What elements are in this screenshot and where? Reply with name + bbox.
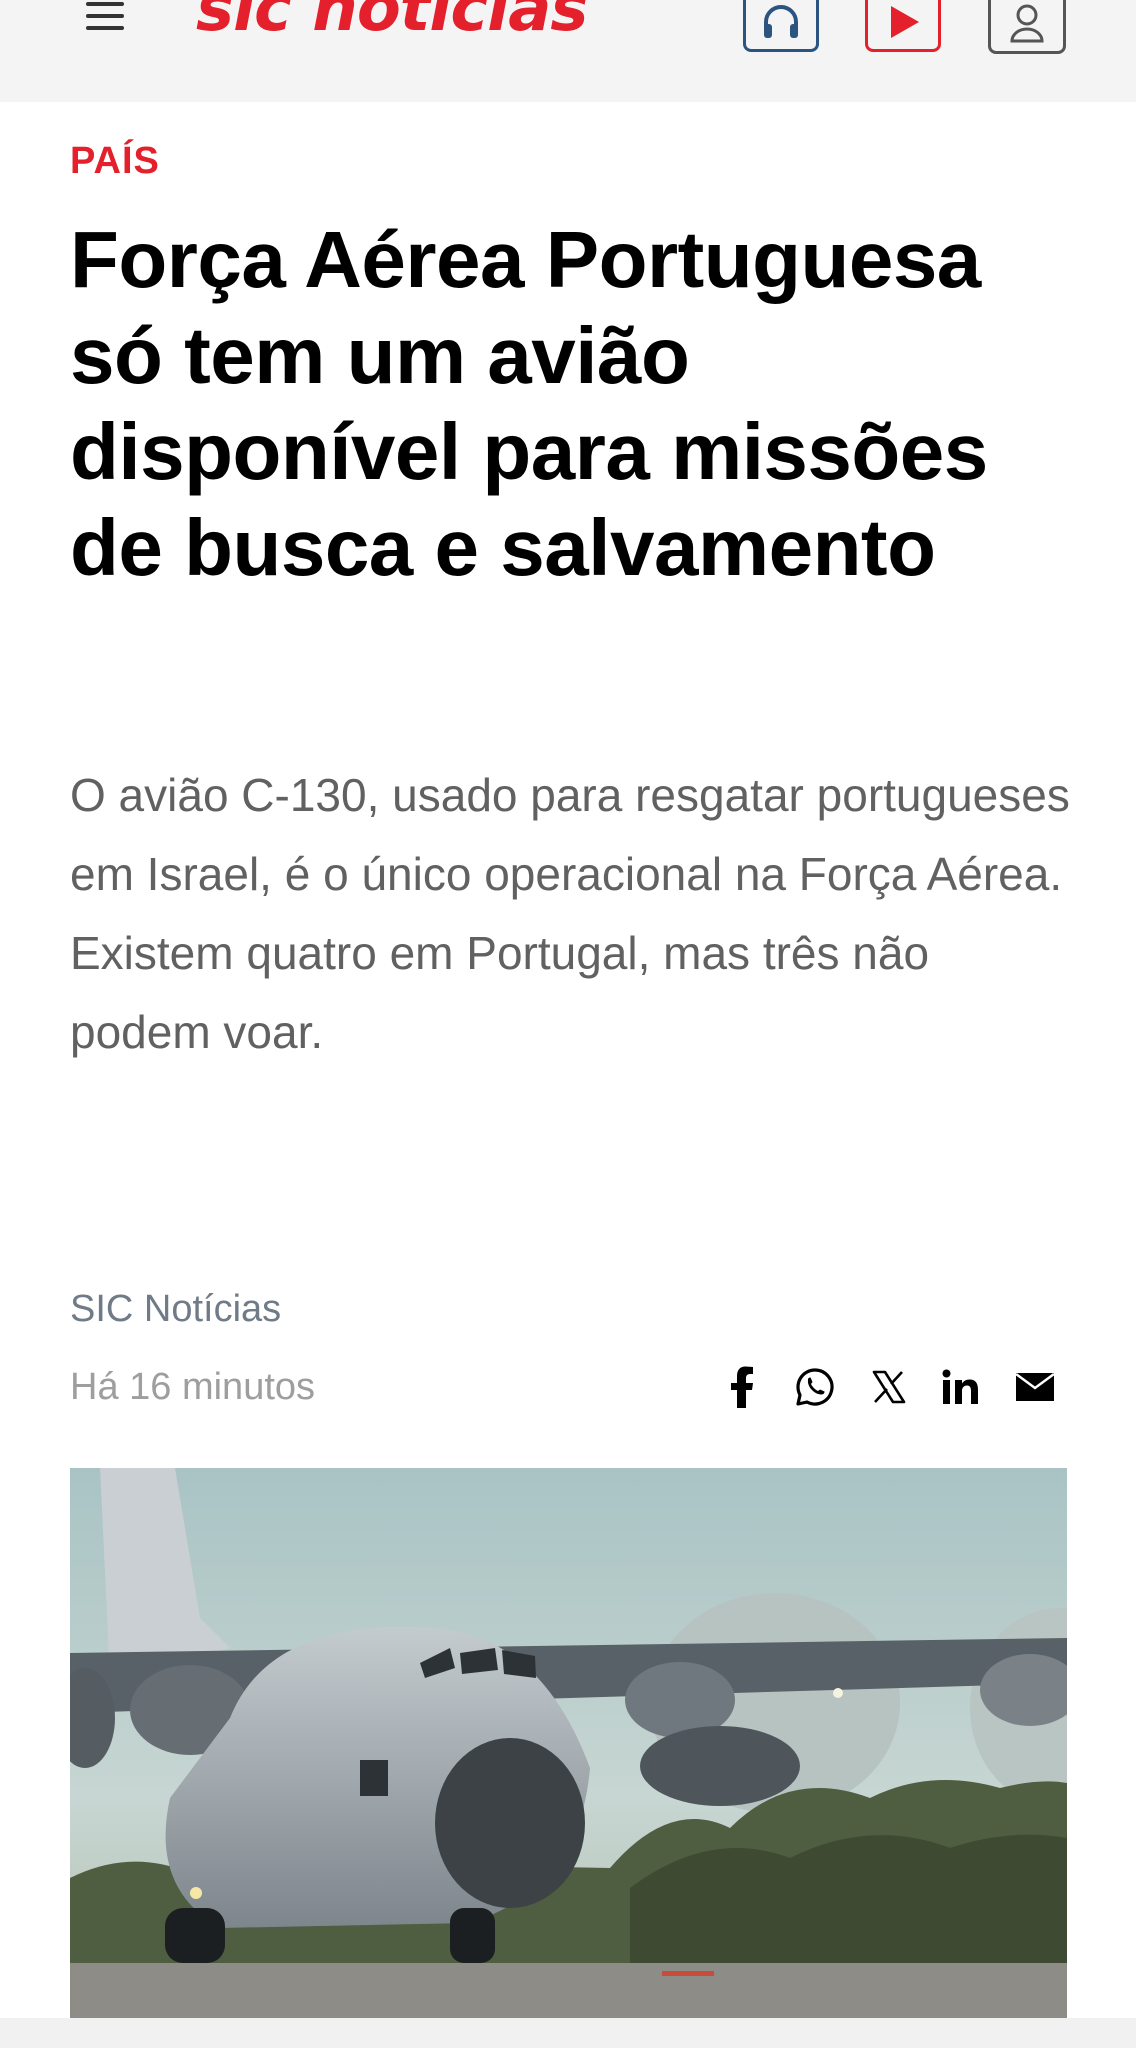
article-headline: Força Aérea Portuguesa só tem um avião d… [70,215,988,592]
play-icon [891,6,919,38]
user-account-button[interactable] [988,0,1066,54]
video-button[interactable] [865,0,941,52]
whatsapp-share-button[interactable] [792,1364,838,1410]
whatsapp-icon [796,1368,834,1406]
facebook-icon [731,1366,753,1408]
headphones-icon [764,5,798,38]
c130-aircraft-photo [70,1468,1067,2020]
linkedin-icon [942,1369,978,1404]
bottom-browser-bar [0,2018,1136,2048]
email-share-button[interactable] [1012,1364,1058,1410]
article-author[interactable]: SIC Notícias [70,1288,281,1331]
article-category[interactable]: PAÍS [70,140,160,183]
article-image[interactable] [70,1468,1067,2020]
email-icon [1015,1372,1055,1401]
x-icon [872,1370,906,1404]
x-share-button[interactable] [866,1364,912,1410]
article-timestamp: Há 16 minutos [70,1366,316,1408]
site-header: sic notícias [0,0,1136,102]
facebook-share-button[interactable] [719,1364,765,1410]
user-icon [1010,4,1044,43]
audio-button[interactable] [743,0,819,52]
hamburger-menu-icon[interactable] [86,2,126,32]
site-logo[interactable]: sic notícias [196,0,588,46]
article-lead: O avião C-130, usado para resgatar portu… [70,769,1070,1058]
linkedin-share-button[interactable] [938,1364,984,1410]
